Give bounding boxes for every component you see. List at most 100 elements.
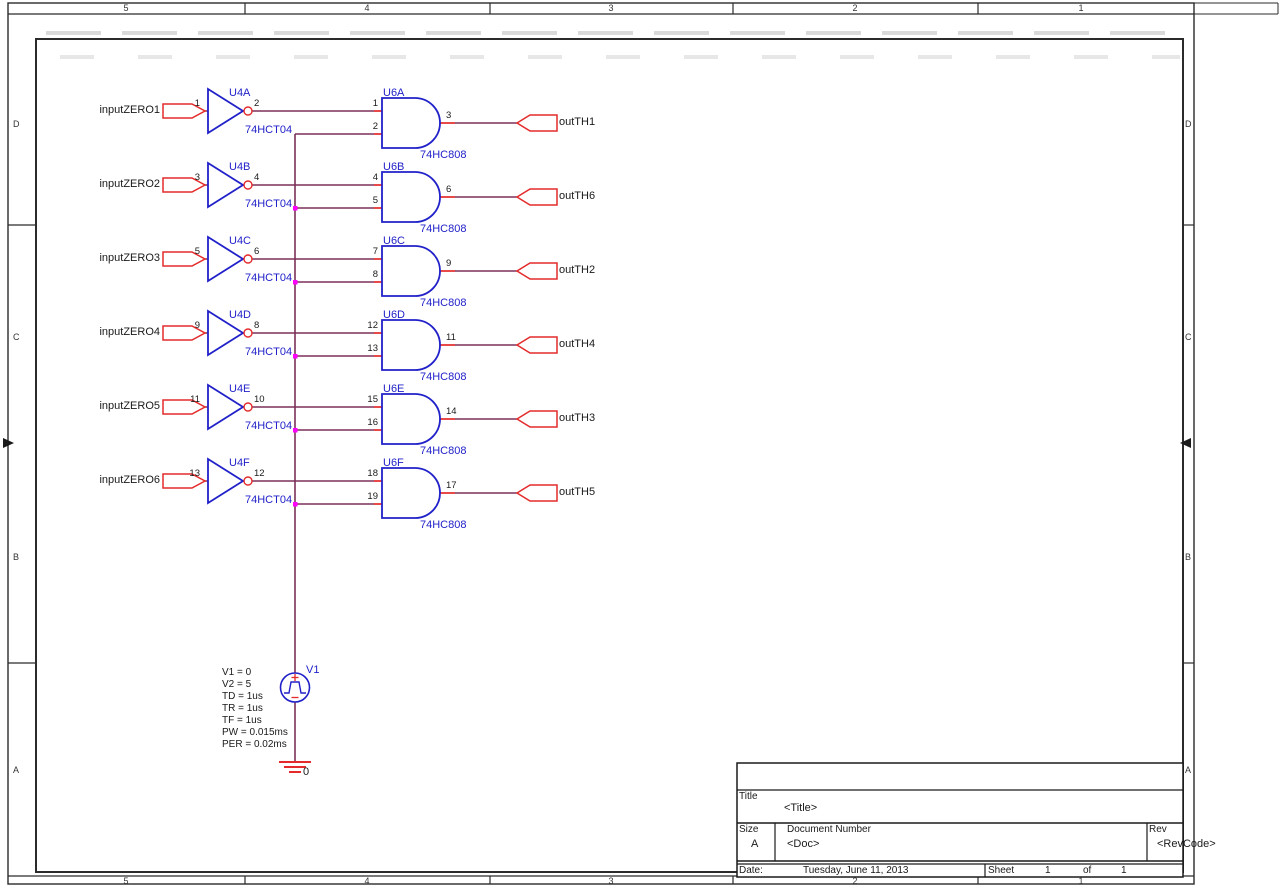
pin-number: 11 (190, 394, 200, 405)
output-port-outTH5[interactable] (515, 484, 558, 502)
refdes[interactable]: U4C (229, 235, 251, 248)
alignment-arrows (3, 438, 1191, 448)
part-number[interactable]: 74HCT04 (245, 272, 292, 285)
ground-label: 0 (303, 766, 310, 778)
row-label: B (13, 552, 20, 562)
pin-number: 16 (367, 417, 378, 428)
pin-number: 5 (372, 195, 378, 206)
col-label: 4 (364, 876, 370, 886)
part-number[interactable]: 74HC808 (420, 149, 466, 162)
part-number[interactable]: 74HCT04 (245, 346, 292, 359)
pin-number: 2 (372, 121, 378, 132)
output-port-label[interactable]: outTH6 (559, 190, 595, 203)
source-param[interactable]: TR = 1us (222, 703, 263, 715)
pin-number: 6 (446, 184, 452, 195)
refdes[interactable]: U4F (229, 457, 250, 470)
input-port-label[interactable]: inputZERO5 (70, 400, 160, 413)
titleblock-rev-label: Rev (1149, 824, 1167, 835)
refdes[interactable]: U6E (383, 383, 404, 396)
pin-number: 7 (372, 246, 378, 257)
input-port-label[interactable]: inputZERO2 (70, 178, 160, 191)
and-gate-U6F[interactable] (381, 467, 441, 519)
pin-number: 4 (372, 172, 378, 183)
col-label: 1 (1078, 3, 1084, 13)
refdes[interactable]: U6A (383, 87, 404, 100)
and-gate-U6E[interactable] (381, 393, 441, 445)
refdes[interactable]: U6F (383, 457, 404, 470)
output-port-label[interactable]: outTH4 (559, 338, 595, 351)
part-number[interactable]: 74HC808 (420, 519, 466, 532)
part-number[interactable]: 74HCT04 (245, 124, 292, 137)
refdes[interactable]: U4B (229, 161, 250, 174)
inverters (207, 87, 245, 505)
source-param[interactable]: V2 = 5 (222, 679, 251, 691)
output-port-outTH2[interactable] (515, 262, 558, 280)
refdes[interactable]: U6C (383, 235, 405, 248)
input-port-label[interactable]: inputZERO1 (70, 104, 160, 117)
titleblock-size-value: A (751, 838, 759, 850)
source-param[interactable]: V1 = 0 (222, 667, 251, 679)
row-label: A (1185, 765, 1192, 775)
output-port-label[interactable]: outTH5 (559, 486, 595, 499)
input-port-label[interactable]: inputZERO3 (70, 252, 160, 265)
pin-number: 6 (254, 246, 260, 257)
output-port-outTH6[interactable] (515, 188, 558, 206)
row-label: C (13, 332, 20, 342)
titleblock-doc-value[interactable]: <Doc> (787, 838, 819, 851)
titleblock-sheet-label: Sheet (988, 865, 1015, 876)
source-param[interactable]: TF = 1us (222, 715, 262, 727)
col-label: 2 (852, 3, 858, 13)
and-gate-U6B[interactable] (381, 171, 441, 223)
part-number[interactable]: 74HCT04 (245, 198, 292, 211)
row-label: B (1185, 552, 1192, 562)
pulse-source-V1[interactable] (279, 672, 311, 703)
output-port-label[interactable]: outTH2 (559, 264, 595, 277)
input-port-label[interactable]: inputZERO4 (70, 326, 160, 339)
pin-number: 5 (194, 246, 200, 257)
pin-number: 3 (446, 110, 452, 121)
pin-number: 2 (254, 98, 260, 109)
col-label: 5 (123, 876, 129, 886)
titleblock-of-label: of (1083, 865, 1092, 876)
and-gate-U6A[interactable] (381, 97, 441, 149)
pin-number: 9 (446, 258, 452, 269)
part-number[interactable]: 74HC808 (420, 297, 466, 310)
source-param[interactable]: PER = 0.02ms (222, 739, 287, 751)
and-gate-U6C[interactable] (381, 245, 441, 297)
right-arrow-icon (1180, 438, 1191, 448)
titleblock-title-value[interactable]: <Title> (784, 802, 817, 815)
output-port-label[interactable]: outTH3 (559, 412, 595, 425)
part-number[interactable]: 74HC808 (420, 223, 466, 236)
titleblock-doc-label: Document Number (787, 824, 871, 835)
row-label: A (13, 765, 20, 775)
part-number[interactable]: 74HCT04 (245, 494, 292, 507)
ports (162, 103, 558, 502)
refdes[interactable]: V1 (306, 664, 319, 677)
refdes[interactable]: U4D (229, 309, 251, 322)
output-port-outTH1[interactable] (515, 114, 558, 132)
refdes[interactable]: U4E (229, 383, 250, 396)
part-number[interactable]: 74HC808 (420, 445, 466, 458)
pin-number: 10 (254, 394, 265, 405)
col-label: 4 (364, 3, 370, 13)
pin-number: 8 (372, 269, 378, 280)
input-port-label[interactable]: inputZERO6 (70, 474, 160, 487)
pin-number: 9 (194, 320, 200, 331)
refdes[interactable]: U6D (383, 309, 405, 322)
part-number[interactable]: 74HCT04 (245, 420, 292, 433)
pin-number: 14 (446, 406, 457, 417)
source-param[interactable]: TD = 1us (222, 691, 263, 703)
titleblock-rev-value[interactable]: <RevCode> (1157, 838, 1216, 851)
output-port-outTH4[interactable] (515, 336, 558, 354)
and-gate-U6D[interactable] (381, 319, 441, 371)
source-param[interactable]: PW = 0.015ms (222, 727, 288, 739)
part-number[interactable]: 74HC808 (420, 371, 466, 384)
row-label: D (13, 119, 20, 129)
output-port-label[interactable]: outTH1 (559, 116, 595, 129)
refdes[interactable]: U6B (383, 161, 404, 174)
pin-number: 12 (254, 468, 265, 479)
refdes[interactable]: U4A (229, 87, 250, 100)
row-label: D (1185, 119, 1192, 129)
output-port-outTH3[interactable] (515, 410, 558, 428)
schematic-page: 5 4 3 2 1 5 4 3 2 1 D C B A D C B A inpu… (0, 0, 1280, 886)
